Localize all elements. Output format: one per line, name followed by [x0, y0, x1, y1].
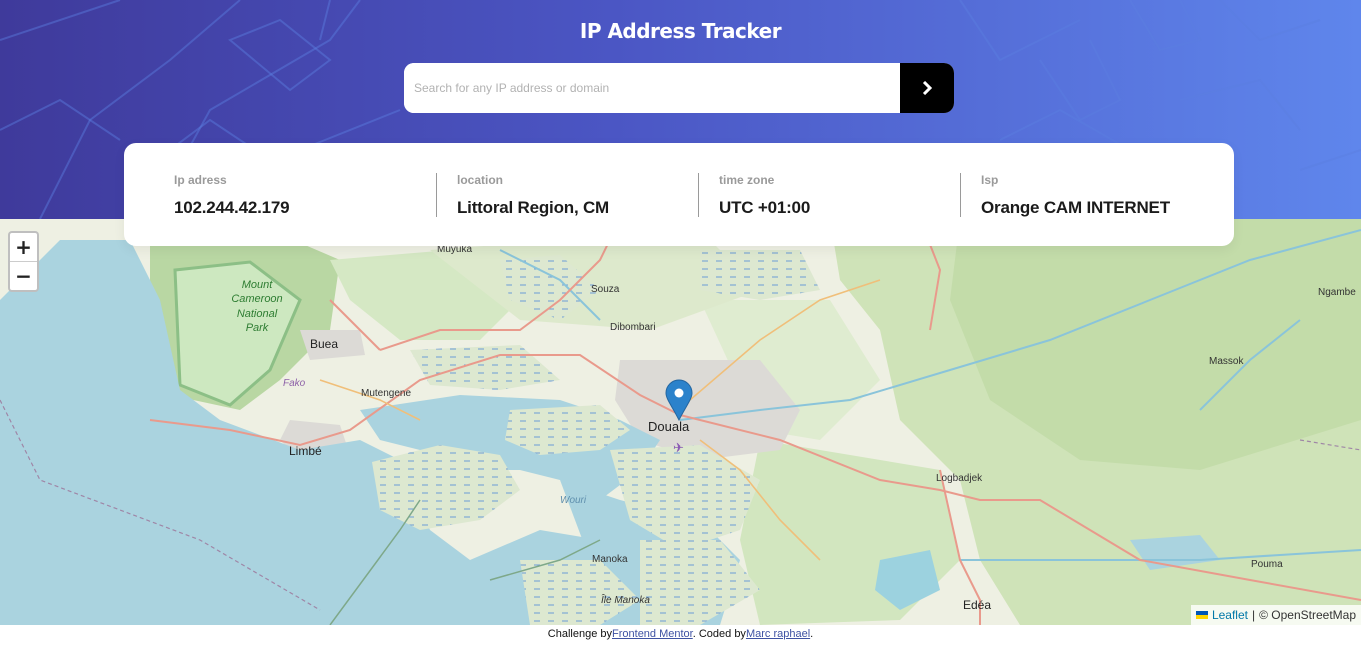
- osm-attribution: © OpenStreetMap: [1259, 608, 1356, 622]
- map-label-park-line4: Park: [246, 322, 269, 334]
- map-label-pouma: Pouma: [1251, 559, 1283, 570]
- isp-label: Isp: [981, 173, 999, 187]
- footer-suffix: .: [810, 628, 814, 640]
- ip-info-card: Ip adress 102.244.42.179 location Littor…: [124, 143, 1234, 246]
- zoom-in-button[interactable]: +: [10, 233, 37, 262]
- map-label-fako: Fako: [283, 378, 306, 389]
- map-label-park-line3: National: [237, 308, 278, 320]
- map-label-park-line1: Mount: [242, 279, 274, 291]
- map-label-manoka: Manoka: [592, 554, 628, 565]
- ip-address-value: 102.244.42.179: [174, 198, 290, 217]
- page-title: IP Address Tracker: [579, 19, 782, 43]
- zoom-out-button[interactable]: −: [10, 262, 37, 290]
- author-link[interactable]: Marc raphael: [746, 628, 810, 640]
- footer-attribution: Challenge byFrontend Mentor. Coded byMar…: [0, 625, 1361, 645]
- map-label-ile-manoka: Île Manoka: [601, 593, 650, 606]
- leaflet-link[interactable]: Leaflet: [1212, 608, 1248, 622]
- frontend-mentor-link[interactable]: Frontend Mentor: [612, 628, 693, 640]
- attribution-separator: |: [1251, 608, 1256, 622]
- map-labels: Muyuka Souza Dibombari Mutengene Manoka …: [231, 244, 1356, 612]
- location-section: location Littoral Region, CM: [436, 173, 698, 217]
- map-label-limbe: Limbé: [289, 444, 322, 458]
- footer-prefix: Challenge by: [547, 628, 613, 640]
- map-label-souza: Souza: [591, 284, 620, 295]
- ukraine-flag-icon: [1195, 611, 1208, 619]
- map-label-edea: Edéa: [963, 598, 991, 612]
- isp-value: Orange CAM INTERNET: [981, 198, 1170, 217]
- ip-address-section: Ip adress 102.244.42.179: [174, 173, 436, 217]
- location-value: Littoral Region, CM: [457, 198, 610, 217]
- map-label-douala: Douala: [648, 419, 690, 434]
- search-input[interactable]: [404, 63, 900, 113]
- map-label-massok: Massok: [1209, 356, 1244, 367]
- timezone-label: time zone: [719, 173, 775, 187]
- map-label-dibombari: Dibombari: [610, 322, 656, 333]
- timezone-section: time zone UTC +01:00: [698, 173, 960, 217]
- search-form: [404, 63, 954, 113]
- map-label-buea: Buea: [310, 337, 338, 351]
- zoom-control: + −: [8, 231, 39, 292]
- map-label-wouri: Wouri: [560, 495, 587, 506]
- map-label-mutengene: Mutengene: [361, 388, 411, 399]
- location-label: location: [457, 173, 504, 187]
- map-label-logbadjek: Logbadjek: [936, 473, 983, 484]
- map-label-park-line2: Cameroon: [231, 293, 282, 305]
- footer-middle: . Coded by: [692, 628, 746, 640]
- map-view[interactable]: ✈ Muyuka Souza Dibombari Mutengene Manok…: [0, 219, 1361, 625]
- map-attribution: Leaflet | © OpenStreetMap: [1190, 605, 1361, 625]
- isp-section: Isp Orange CAM INTERNET: [960, 173, 1222, 217]
- search-submit-button[interactable]: [900, 63, 954, 113]
- ip-address-label: Ip adress: [174, 173, 227, 187]
- map-label-ngambe: Ngambe: [1318, 287, 1356, 298]
- timezone-value: UTC +01:00: [719, 198, 811, 217]
- location-pin-icon[interactable]: [665, 379, 693, 422]
- chevron-right-icon: [922, 81, 932, 95]
